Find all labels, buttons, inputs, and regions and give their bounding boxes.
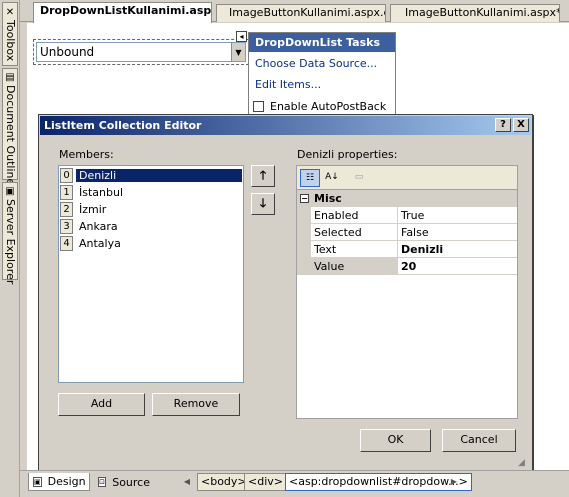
- server-explorer-icon: ▣: [5, 186, 15, 197]
- category-label: Misc: [314, 192, 342, 205]
- listitem-collection-editor-dialog: ListItem Collection Editor ? X Members: …: [38, 114, 533, 473]
- list-item[interactable]: 1 İstanbul: [60, 184, 242, 200]
- tab-label: DropDownListKullanimi.aspx*: [40, 4, 212, 17]
- chevron-left-icon[interactable]: ◀: [182, 474, 192, 490]
- tab-label: ImageButtonKullanimi.aspx.cs: [229, 6, 386, 19]
- chevron-right-icon[interactable]: ▶: [449, 474, 459, 490]
- item-name: Antalya: [79, 236, 121, 250]
- breadcrumb-div[interactable]: <div>: [244, 473, 287, 491]
- move-up-button[interactable]: 🡑: [251, 165, 275, 187]
- property-value[interactable]: True: [398, 207, 517, 224]
- tab-dropdownlist-aspx[interactable]: DropDownListKullanimi.aspx*: [33, 2, 212, 23]
- add-button[interactable]: Add: [58, 393, 145, 416]
- property-row-enabled[interactable]: Enabled True: [297, 207, 517, 224]
- server-explorer-tab-label: Server Explorer: [4, 199, 17, 285]
- choose-data-source-link[interactable]: Choose Data Source...: [255, 57, 377, 70]
- arrow-down-icon: 🡓: [259, 196, 267, 210]
- item-name: İzmir: [79, 202, 107, 216]
- tab-source[interactable]: ⊡ Source: [94, 473, 154, 491]
- item-name: Denizli: [76, 168, 242, 182]
- property-row-selected[interactable]: Selected False: [297, 224, 517, 241]
- members-label: Members:: [59, 148, 114, 161]
- property-grid[interactable]: − Misc Enabled True Selected False Text …: [296, 189, 518, 419]
- toolbox-tab-label: Toolbox: [4, 20, 17, 62]
- row-gutter: [297, 207, 311, 224]
- smart-tag-glyph-icon[interactable]: ◂: [236, 31, 247, 42]
- property-row-value[interactable]: Value 20: [297, 258, 517, 275]
- tab-imagebutton-aspx[interactable]: ImageButtonKullanimi.aspx*: [390, 4, 560, 22]
- item-name: Ankara: [79, 219, 118, 233]
- item-index: 4: [60, 235, 73, 251]
- dialog-title-bar[interactable]: ListItem Collection Editor ? X: [40, 116, 531, 135]
- move-down-button[interactable]: 🡓: [251, 193, 275, 215]
- category-row[interactable]: − Misc: [297, 190, 517, 207]
- list-item[interactable]: 0 Denizli: [60, 167, 242, 183]
- item-index: 3: [60, 218, 73, 234]
- document-outline-tab-label: Document Outline: [4, 85, 17, 186]
- breadcrumb-body[interactable]: <body>: [197, 473, 251, 491]
- tasks-title: DropDownList Tasks: [249, 33, 395, 52]
- server-explorer-tab[interactable]: ▣ Server Explorer: [2, 182, 18, 284]
- ok-button[interactable]: OK: [360, 429, 431, 452]
- dialog-title: ListItem Collection Editor: [44, 119, 202, 132]
- members-list[interactable]: 0 Denizli 1 İstanbul 2 İzmir 3 Ankara 4 …: [58, 165, 244, 383]
- toolbox-tab[interactable]: ✕ Toolbox: [2, 2, 18, 66]
- side-tool-strip: ✕ Toolbox ▤ Document Outline ▣ Server Ex…: [0, 0, 20, 497]
- document-tab-bar: DropDownListKullanimi.aspx* ImageButtonK…: [20, 0, 569, 23]
- row-gutter: [297, 224, 311, 241]
- design-label: Design: [47, 475, 86, 488]
- item-index: 0: [60, 167, 73, 183]
- property-value[interactable]: 20: [398, 258, 517, 275]
- property-name: Value: [311, 258, 398, 275]
- edit-items-link[interactable]: Edit Items...: [255, 78, 321, 91]
- item-index: 1: [60, 184, 73, 200]
- source-view-icon: ⊡: [98, 477, 107, 487]
- document-outline-tab[interactable]: ▤ Document Outline: [2, 68, 18, 185]
- row-gutter: [297, 258, 311, 275]
- property-pages-icon[interactable]: ▭: [349, 169, 369, 187]
- properties-label: Denizli properties:: [297, 148, 398, 161]
- cancel-button[interactable]: Cancel: [442, 429, 516, 452]
- resize-grip-icon[interactable]: ◢: [518, 458, 530, 470]
- remove-button[interactable]: Remove: [152, 393, 240, 416]
- row-gutter: [297, 241, 311, 258]
- property-name: Selected: [311, 224, 398, 241]
- breadcrumb-dropdownlist[interactable]: <asp:dropdownlist#dropdow...>: [285, 473, 472, 491]
- view-switcher-bar: ▣ Design ⊡ Source ◀ <body> <div> <asp:dr…: [20, 470, 569, 497]
- property-name: Enabled: [311, 207, 398, 224]
- toolbox-icon: ✕: [5, 6, 15, 18]
- dropdownlist-tasks-panel: DropDownList Tasks Choose Data Source...…: [248, 32, 396, 118]
- categorized-view-icon[interactable]: ☷: [300, 169, 320, 187]
- source-label: Source: [112, 475, 150, 489]
- arrow-up-icon: 🡑: [259, 168, 267, 182]
- collapse-icon[interactable]: −: [300, 194, 309, 203]
- item-index: 2: [60, 201, 73, 217]
- property-row-text[interactable]: Text Denizli: [297, 241, 517, 258]
- tab-imagebutton-cs[interactable]: ImageButtonKullanimi.aspx.cs: [216, 4, 386, 22]
- close-button[interactable]: X: [513, 118, 529, 132]
- document-outline-icon: ▤: [5, 72, 15, 83]
- list-item[interactable]: 4 Antalya: [60, 235, 242, 251]
- property-value[interactable]: False: [398, 224, 517, 241]
- dropdown-value: Unbound: [40, 45, 95, 59]
- help-button[interactable]: ?: [495, 118, 511, 132]
- design-view-icon: ▣: [33, 476, 42, 487]
- chevron-down-icon[interactable]: ▼: [231, 43, 245, 61]
- property-grid-toolbar: ☷ A↓ ▭: [296, 165, 518, 189]
- autopostback-label: Enable AutoPostBack: [270, 100, 387, 113]
- alphabetical-sort-icon[interactable]: A↓: [322, 169, 342, 187]
- autopostback-checkbox[interactable]: [253, 101, 264, 112]
- tab-label: ImageButtonKullanimi.aspx*: [405, 6, 560, 19]
- item-name: İstanbul: [79, 185, 124, 199]
- enable-autopostback-option[interactable]: Enable AutoPostBack: [253, 100, 386, 113]
- dropdownlist-control[interactable]: Unbound ▼: [36, 42, 246, 62]
- property-value[interactable]: Denizli: [398, 241, 517, 258]
- property-name: Text: [311, 241, 398, 258]
- list-item[interactable]: 3 Ankara: [60, 218, 242, 234]
- tab-design[interactable]: ▣ Design: [28, 473, 90, 491]
- list-item[interactable]: 2 İzmir: [60, 201, 242, 217]
